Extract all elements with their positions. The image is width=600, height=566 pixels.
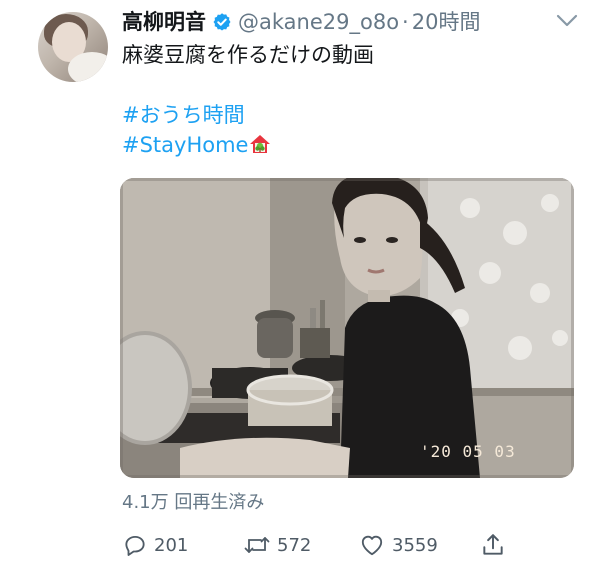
video-date-stamp: '20 05 03: [420, 442, 516, 461]
tweet-header: 高柳明音 @akane29_o8o · 20時間: [122, 8, 480, 36]
share-button[interactable]: [480, 532, 512, 558]
reply-button[interactable]: 201: [122, 532, 188, 558]
like-button[interactable]: 3559: [358, 532, 438, 558]
verified-badge-icon: [213, 13, 231, 31]
house-with-garden-emoji: [250, 135, 271, 153]
hashtag-ouchi-jikan[interactable]: #おうち時間: [122, 103, 245, 127]
display-name[interactable]: 高柳明音: [122, 8, 206, 36]
tweet-text-line: 麻婆豆腐を作るだけの動画: [122, 43, 374, 67]
avatar[interactable]: [38, 12, 108, 82]
heart-icon: [361, 535, 383, 556]
tweet-actions: 201 572 3559: [0, 532, 600, 562]
tweet-text: 麻婆豆腐を作るだけの動画 #おうち時間 #StayHome: [122, 40, 374, 160]
retweet-button[interactable]: 572: [243, 532, 311, 558]
video-player[interactable]: '20 05 03: [120, 178, 574, 478]
share-icon: [483, 534, 503, 555]
like-count: 3559: [392, 534, 438, 556]
view-count: 4.1万 回再生済み: [122, 492, 265, 513]
user-handle[interactable]: @akane29_o8o: [238, 8, 399, 36]
separator-dot: ·: [402, 10, 409, 34]
hashtag-stayhome[interactable]: #StayHome: [122, 133, 248, 157]
video-thumbnail: [120, 178, 574, 478]
tweet-time[interactable]: 20時間: [412, 8, 481, 36]
reply-icon: [125, 535, 145, 556]
tweet: 高柳明音 @akane29_o8o · 20時間 麻婆豆腐を作るだけの動画 #お…: [0, 0, 600, 566]
retweet-count: 572: [277, 534, 312, 556]
chevron-down-icon[interactable]: [556, 14, 578, 28]
reply-count: 201: [154, 534, 189, 556]
retweet-icon: [244, 537, 270, 553]
